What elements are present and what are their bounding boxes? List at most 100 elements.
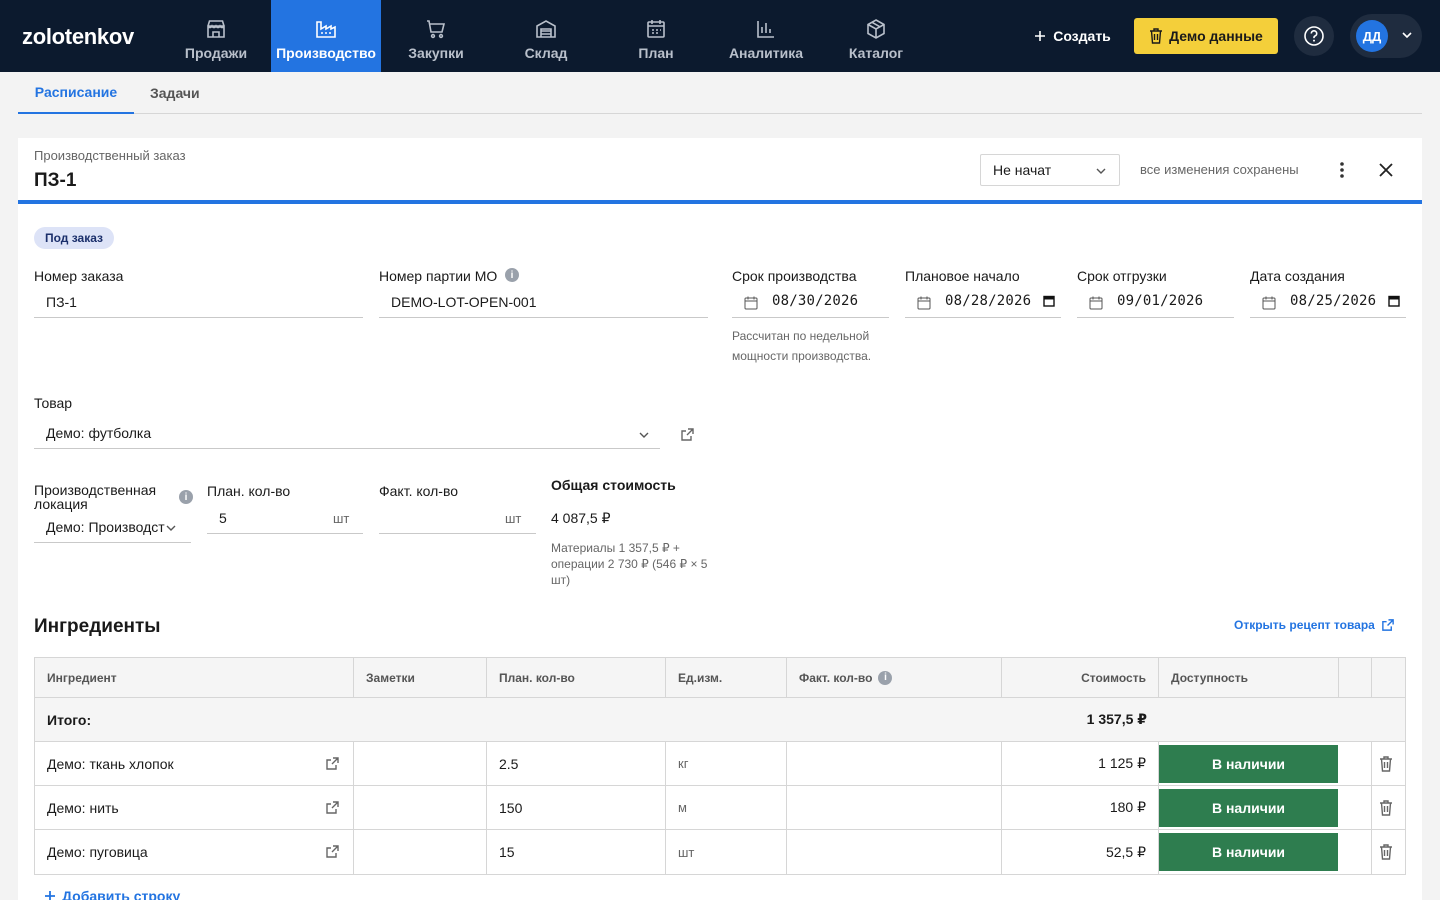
notes-cell[interactable] bbox=[354, 830, 487, 874]
top-navigation: zolotenkov Продажи Производство Закупки … bbox=[0, 0, 1440, 72]
info-icon[interactable]: i bbox=[179, 490, 193, 504]
location-label: Производственная локация bbox=[34, 482, 157, 512]
chevron-down-icon bbox=[639, 432, 649, 438]
column-header[interactable]: Ингредиент bbox=[35, 658, 354, 697]
app-logo[interactable]: zolotenkov bbox=[22, 24, 134, 50]
availability-badge: В наличии bbox=[1159, 789, 1338, 827]
plan-qty-cell[interactable]: 2.5 bbox=[487, 742, 666, 785]
batch-number-input[interactable]: DEMO-LOT-OPEN-001 bbox=[379, 288, 708, 318]
chevron-down-icon bbox=[1402, 32, 1412, 39]
nav-item-warehouse[interactable]: Склад bbox=[491, 0, 601, 72]
external-link-icon[interactable] bbox=[325, 800, 340, 815]
nav-item-catalog[interactable]: Каталог bbox=[821, 0, 931, 72]
order-number-input[interactable]: ПЗ-1 bbox=[34, 288, 363, 318]
ingredient-name[interactable]: Демо: пуговица bbox=[35, 830, 354, 874]
plan-qty-cell[interactable]: 150 bbox=[487, 786, 666, 829]
plan-qty-cell[interactable]: 15 bbox=[487, 830, 666, 874]
fact-qty-unit: шт bbox=[505, 511, 522, 526]
column-header[interactable]: Заметки bbox=[354, 658, 487, 697]
notes-cell[interactable] bbox=[354, 786, 487, 829]
plan-qty-unit: шт bbox=[333, 511, 350, 526]
more-options-icon[interactable] bbox=[1336, 160, 1348, 180]
total-cost-label: Общая стоимость bbox=[551, 477, 676, 493]
table-row: Демо: пуговица 15 шт 52,5 ₽ В наличии bbox=[35, 830, 1405, 874]
product-label: Товар bbox=[34, 395, 73, 411]
status-select[interactable]: Не начат bbox=[980, 154, 1120, 186]
ingredient-name[interactable]: Демо: ткань хлопок bbox=[35, 742, 354, 785]
help-button[interactable] bbox=[1294, 16, 1334, 56]
nav-item-production[interactable]: Производство bbox=[271, 0, 381, 72]
external-link-icon[interactable] bbox=[325, 844, 340, 859]
table-total-row: Итого: 1 357,5 ₽ bbox=[35, 698, 1405, 742]
nav-item-label: План bbox=[638, 45, 674, 61]
total-value: 1 357,5 ₽ bbox=[1086, 711, 1147, 727]
order-type-badge: Под заказ bbox=[34, 227, 115, 249]
open-recipe-link[interactable]: Открыть рецепт товара bbox=[1234, 618, 1395, 632]
cost-cell: 180 ₽ bbox=[1002, 786, 1159, 829]
order-card: Производственный заказ ПЗ-1 Не начат все… bbox=[18, 138, 1422, 900]
column-header[interactable]: Доступность bbox=[1159, 658, 1339, 697]
nav-item-sales[interactable]: Продажи bbox=[161, 0, 271, 72]
nav-item-analytics[interactable]: Аналитика bbox=[711, 0, 821, 72]
chevron-down-icon bbox=[166, 525, 176, 531]
notes-cell[interactable] bbox=[354, 742, 487, 785]
nav-item-label: Производство bbox=[276, 45, 376, 61]
info-icon[interactable]: i bbox=[878, 670, 893, 685]
column-header[interactable]: Ед.изм. bbox=[666, 658, 787, 697]
cost-cell: 1 125 ₽ bbox=[1002, 742, 1159, 785]
planned-start-input[interactable]: 08/28/2026 bbox=[905, 288, 1061, 318]
total-cost-value: 4 087,5 ₽ bbox=[551, 510, 611, 526]
product-select[interactable]: Демо: футболка bbox=[34, 419, 660, 449]
external-link-icon bbox=[1382, 619, 1394, 631]
ingredient-name[interactable]: Демо: нить bbox=[35, 786, 354, 829]
warehouse-icon bbox=[536, 20, 556, 38]
column-header[interactable]: Факт. кол-во i bbox=[787, 658, 1002, 697]
date-value: 08/25/2026 bbox=[1290, 293, 1377, 309]
date-picker-icon[interactable] bbox=[1388, 295, 1400, 307]
fact-qty-cell[interactable] bbox=[787, 742, 1002, 785]
nav-item-label: Склад bbox=[524, 45, 568, 61]
create-button[interactable]: Создать bbox=[1022, 18, 1122, 54]
chevron-down-icon bbox=[1096, 168, 1106, 174]
created-date-input[interactable]: 08/25/2026 bbox=[1250, 288, 1406, 318]
info-icon[interactable]: i bbox=[505, 268, 519, 282]
demo-data-button[interactable]: Демо данные bbox=[1134, 18, 1278, 54]
nav-item-purchases[interactable]: Закупки bbox=[381, 0, 491, 72]
trash-icon[interactable] bbox=[1379, 756, 1393, 772]
trash-icon bbox=[1150, 28, 1163, 44]
trash-icon[interactable] bbox=[1379, 800, 1393, 816]
box-icon bbox=[867, 19, 885, 39]
save-status-text: все изменения сохранены bbox=[1140, 162, 1299, 177]
external-link-icon[interactable] bbox=[325, 756, 340, 771]
production-deadline-label: Срок производства bbox=[732, 268, 857, 284]
close-icon[interactable] bbox=[1376, 160, 1396, 180]
table-row: Демо: нить 150 м 180 ₽ В наличии bbox=[35, 786, 1405, 830]
created-date-label: Дата создания bbox=[1250, 268, 1345, 284]
fact-qty-cell[interactable] bbox=[787, 830, 1002, 874]
unit-cell: м bbox=[666, 786, 787, 829]
column-header[interactable]: План. кол-во bbox=[487, 658, 666, 697]
production-deadline-input[interactable]: 08/30/2026 bbox=[732, 288, 889, 318]
unit-cell: кг bbox=[666, 742, 787, 785]
date-picker-icon[interactable] bbox=[1043, 295, 1055, 307]
order-title: ПЗ-1 bbox=[34, 170, 77, 191]
column-header[interactable]: Стоимость bbox=[1002, 658, 1159, 697]
fact-qty-cell[interactable] bbox=[787, 786, 1002, 829]
external-link-icon[interactable] bbox=[680, 427, 695, 442]
store-icon bbox=[207, 20, 225, 38]
order-header: Производственный заказ ПЗ-1 Не начат все… bbox=[18, 138, 1422, 204]
user-menu-button[interactable]: ДД bbox=[1350, 14, 1422, 58]
ship-deadline-input[interactable]: 09/01/2026 bbox=[1077, 288, 1234, 318]
tab-tasks[interactable]: Задачи bbox=[150, 72, 200, 114]
help-icon bbox=[1304, 26, 1324, 46]
unit-cell: шт bbox=[666, 830, 787, 874]
calendar-icon bbox=[1262, 296, 1276, 310]
total-cost-breakdown: Материалы 1 357,5 ₽ + операции 2 730 ₽ (… bbox=[551, 541, 708, 587]
trash-icon[interactable] bbox=[1379, 844, 1393, 860]
total-label: Итого: bbox=[47, 711, 92, 728]
nav-item-plan[interactable]: План bbox=[601, 0, 711, 72]
product-value: Демо: футболка bbox=[46, 425, 152, 441]
ingredients-title: Ингредиенты bbox=[34, 616, 161, 637]
tab-schedule[interactable]: Расписание bbox=[18, 72, 134, 114]
add-row-button[interactable]: Добавить строку bbox=[44, 888, 180, 900]
